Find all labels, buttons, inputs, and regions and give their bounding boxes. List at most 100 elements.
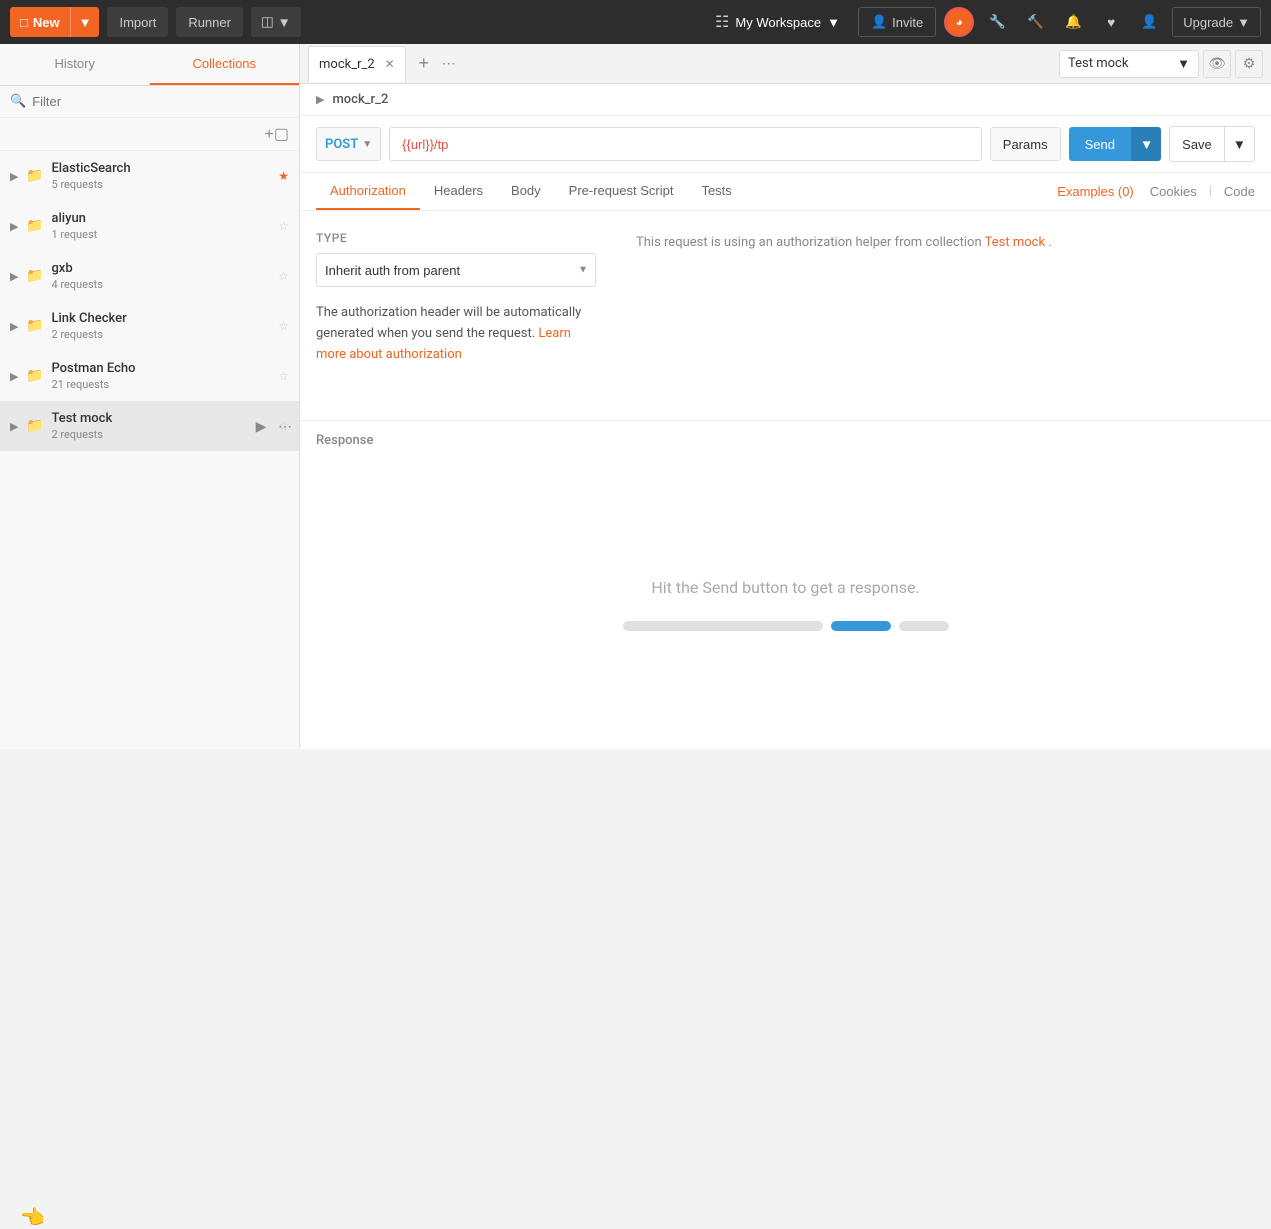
tab-authorization[interactable]: Authorization [316, 173, 420, 210]
chevron-right-icon: ▶ [10, 170, 20, 183]
sidebar-filter-bar: 🔍 [0, 86, 299, 118]
code-button[interactable]: Code [1224, 184, 1255, 199]
search-icon: 🔍 [10, 94, 26, 109]
method-dropdown-arrow: ▼ [362, 139, 372, 150]
new-collection-button[interactable]: +▢ [265, 124, 289, 144]
star-empty-icon[interactable]: ☆ [278, 369, 289, 383]
upgrade-arrow: ▼ [1237, 15, 1250, 30]
send-dropdown-button[interactable]: ▼ [1131, 127, 1161, 161]
auth-info-text: This request is using an authorization h… [636, 235, 1052, 250]
folder-icon: 📁 [26, 418, 43, 434]
tab-body[interactable]: Body [497, 173, 555, 210]
auth-panel: TYPE Inherit auth from parentNo AuthAPI … [300, 211, 1271, 420]
collection-count: 21 requests [51, 378, 274, 391]
workspace-selector[interactable]: ☷ My Workspace ▼ [705, 7, 850, 37]
layout-arrow: ▼ [278, 15, 291, 30]
collection-count: 4 requests [51, 278, 274, 291]
tab-headers[interactable]: Headers [420, 173, 497, 210]
star-empty-icon[interactable]: ☆ [278, 319, 289, 333]
main-layout: History Collections 🔍 +▢ ▶ 📁 ElasticSear… [0, 44, 1271, 749]
collections-tab[interactable]: Collections [150, 44, 300, 85]
folder-icon: 📁 [26, 318, 43, 334]
save-dropdown-button[interactable]: ▼ [1224, 127, 1254, 161]
examples-button[interactable]: Examples (0) [1057, 184, 1134, 199]
tools-icon-button[interactable]: 🔨 [1020, 7, 1050, 37]
wrench-icon-button[interactable]: 🔧 [982, 7, 1012, 37]
invite-person-icon: 👤 [871, 14, 887, 30]
chevron-right-icon: ▶ [10, 270, 20, 283]
request-nav: Authorization Headers Body Pre-request S… [300, 173, 1271, 211]
request-tab-mock-r2[interactable]: mock_r_2 ✕ [308, 46, 406, 82]
new-tab-button[interactable]: + [410, 50, 438, 78]
url-input[interactable] [389, 127, 982, 161]
folder-icon: 📁 [26, 268, 43, 284]
layout-button[interactable]: ◫ ▼ [251, 7, 301, 37]
method-selector[interactable]: POST ▼ [316, 127, 381, 161]
chevron-right-icon: ▶ [10, 220, 20, 233]
request-nav-tabs: Authorization Headers Body Pre-request S… [316, 173, 746, 210]
send-button-group: Send ▼ [1069, 127, 1162, 161]
save-button[interactable]: Save [1170, 127, 1224, 161]
sidebar-actions: +▢ [0, 118, 299, 151]
request-tabs-bar: mock_r_2 ✕ + ⋯ Test mock ▼ 👁 ⚙ [300, 44, 1271, 84]
more-action-button[interactable]: ⋯ [275, 416, 295, 436]
collection-link[interactable]: Test mock [985, 235, 1045, 250]
new-dropdown-arrow[interactable]: ▼ [70, 7, 100, 37]
collection-count: 2 requests [51, 328, 274, 341]
expand-action-button[interactable]: ▶ [251, 416, 271, 436]
params-button[interactable]: Params [990, 127, 1061, 161]
folder-icon: 📁 [26, 368, 43, 384]
settings-icon-button[interactable]: ⚙ [1235, 50, 1263, 78]
new-button[interactable]: □ New ▼ [10, 7, 99, 37]
runner-button[interactable]: Runner [176, 7, 243, 37]
collection-item-gxb[interactable]: ▶ 📁 gxb 4 requests ☆ [0, 251, 299, 301]
layout-icon: ◫ [261, 14, 274, 30]
request-builder: POST ▼ Params Send ▼ Save ▼ [300, 116, 1271, 173]
tab-tests[interactable]: Tests [687, 173, 745, 210]
type-label: TYPE [316, 231, 596, 245]
tab-pre-request-script[interactable]: Pre-request Script [555, 173, 688, 210]
star-empty-icon[interactable]: ☆ [278, 219, 289, 233]
upgrade-button[interactable]: Upgrade ▼ [1172, 7, 1261, 37]
history-tab[interactable]: History [0, 44, 150, 85]
send-button[interactable]: Send [1069, 127, 1131, 161]
collection-item-elasticsearch[interactable]: ▶ 📁 ElasticSearch 5 requests ★ [0, 151, 299, 201]
auth-type-selector[interactable]: Inherit auth from parentNo AuthAPI KeyBe… [316, 253, 596, 287]
collection-item-aliyun[interactable]: ▶ 📁 aliyun 1 request ☆ [0, 201, 299, 251]
cursor-pointer: 👈 [20, 1205, 45, 1229]
request-nav-actions: Examples (0) Cookies | Code [1057, 184, 1255, 199]
star-icon[interactable]: ★ [278, 169, 289, 183]
collection-item-link-checker[interactable]: ▶ 📁 Link Checker 2 requests ☆ [0, 301, 299, 351]
invite-button[interactable]: 👤 Invite [858, 7, 936, 37]
folder-icon: 📁 [26, 168, 43, 184]
save-button-group: Save ▼ [1169, 126, 1255, 162]
user-icon-button[interactable]: 👤 [1134, 7, 1164, 37]
cookies-button[interactable]: Cookies [1150, 184, 1197, 199]
auth-type-select[interactable]: Inherit auth from parentNo AuthAPI KeyBe… [316, 253, 596, 287]
tab-close-button[interactable]: ✕ [385, 57, 395, 71]
mock-selector-arrow: ▼ [1177, 56, 1190, 72]
response-label: Response [316, 433, 373, 448]
sidebar-tabs: History Collections [0, 44, 299, 86]
filter-input[interactable] [32, 94, 289, 109]
eye-icon-button[interactable]: 👁 [1203, 50, 1231, 78]
collection-name: gxb [51, 261, 274, 276]
collection-item-postman-echo[interactable]: ▶ 📁 Postman Echo 21 requests ☆ [0, 351, 299, 401]
tab-label: mock_r_2 [319, 57, 375, 72]
heart-icon-button[interactable]: ♥ [1096, 7, 1126, 37]
import-button[interactable]: Import [107, 7, 168, 37]
chevron-right-icon: ▶ [10, 320, 20, 333]
chevron-right-icon: ▶ [10, 420, 20, 433]
folder-icon: 📁 [26, 218, 43, 234]
plus-icon: □ [20, 15, 28, 30]
mock-selector[interactable]: Test mock ▼ [1059, 50, 1199, 78]
response-bar-mid [831, 621, 891, 631]
collection-count: 1 request [51, 228, 274, 241]
star-empty-icon[interactable]: ☆ [278, 269, 289, 283]
breadcrumb-chevron: ▶ [316, 93, 324, 106]
collection-name: Link Checker [51, 311, 274, 326]
tab-more-button[interactable]: ⋯ [442, 55, 456, 72]
bell-icon-button[interactable]: 🔔 [1058, 7, 1088, 37]
sync-indicator: ◕ [944, 7, 974, 37]
collection-item-test-mock[interactable]: ▶ 📁 Test mock 2 requests ☆ ▶ ⋯ [0, 401, 299, 451]
